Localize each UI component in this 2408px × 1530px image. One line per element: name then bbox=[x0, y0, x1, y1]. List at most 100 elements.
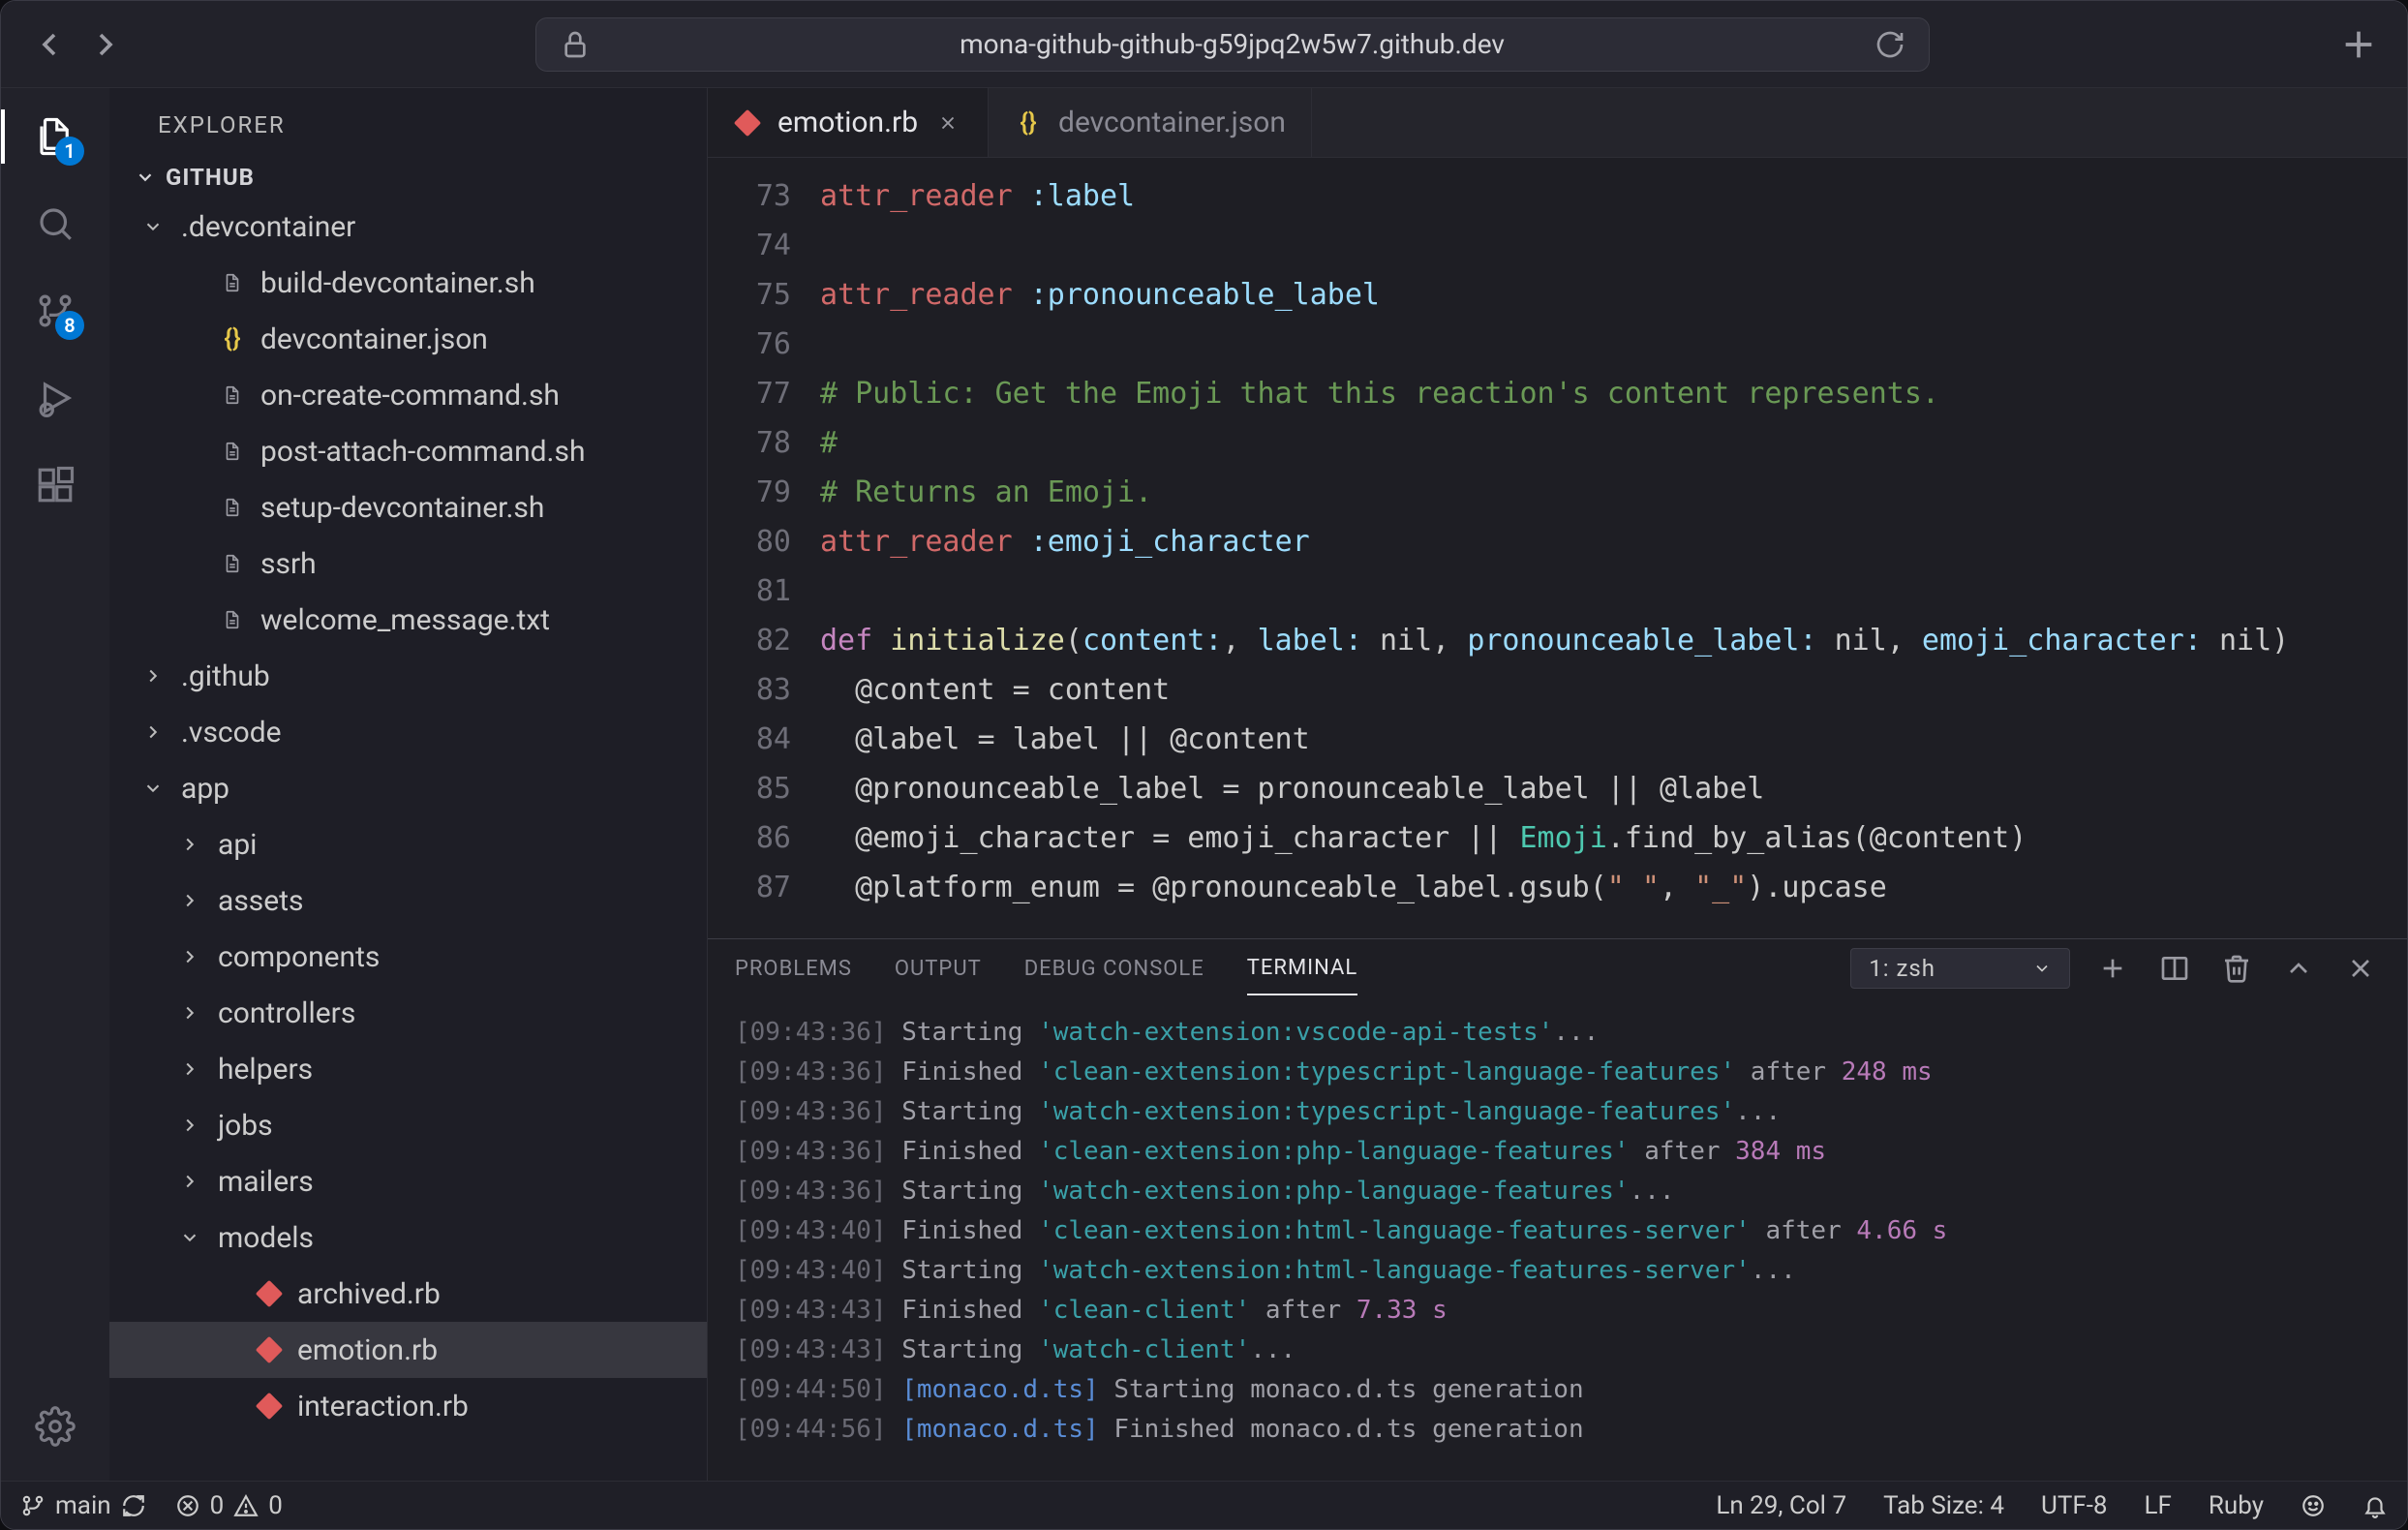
tree-file[interactable]: welcome_message.txt bbox=[109, 592, 707, 648]
terminal-line: [09:43:40] Starting 'watch-extension:htm… bbox=[735, 1251, 2380, 1291]
file-json-icon: {} bbox=[218, 324, 247, 353]
status-cursor[interactable]: Ln 29, Col 7 bbox=[1716, 1491, 1846, 1520]
panel-tab-terminal[interactable]: TERMINAL bbox=[1247, 942, 1357, 995]
activity-run-debug[interactable] bbox=[28, 371, 82, 425]
tree-folder[interactable]: models bbox=[109, 1209, 707, 1266]
activity-source-control[interactable]: 8 bbox=[28, 284, 82, 338]
nav-forward-button[interactable] bbox=[86, 25, 125, 64]
file-sh-icon bbox=[218, 272, 247, 293]
refresh-icon[interactable] bbox=[1875, 29, 1905, 60]
trash-icon bbox=[2221, 953, 2252, 984]
status-problems[interactable]: 0 0 bbox=[175, 1491, 283, 1520]
play-bug-icon bbox=[35, 378, 76, 418]
file-tree: GITHUB .devcontainerbuild-devcontainer.s… bbox=[109, 156, 707, 1481]
status-tabsize[interactable]: Tab Size: 4 bbox=[1883, 1491, 2004, 1520]
terminal-kill-button[interactable] bbox=[2217, 949, 2256, 988]
tree-folder[interactable]: components bbox=[109, 929, 707, 985]
chevron-down-icon bbox=[2032, 959, 2052, 978]
terminal-selector[interactable]: 1: zsh bbox=[1850, 948, 2070, 989]
tree-file[interactable]: post-attach-command.sh bbox=[109, 423, 707, 479]
nav-back-button[interactable] bbox=[30, 25, 69, 64]
status-encoding[interactable]: UTF-8 bbox=[2041, 1491, 2108, 1520]
status-notifications[interactable] bbox=[2362, 1491, 2388, 1520]
file-json-icon: {} bbox=[1014, 108, 1043, 138]
terminal-new-button[interactable] bbox=[2093, 949, 2132, 988]
tree-item-label: controllers bbox=[218, 996, 355, 1030]
tree-file[interactable]: emotion.rb bbox=[109, 1322, 707, 1378]
terminal-line: [09:43:43] Starting 'watch-client'... bbox=[735, 1331, 2380, 1370]
warning-icon bbox=[233, 1493, 259, 1518]
tab-label: devcontainer.json bbox=[1058, 106, 1286, 139]
tab-label: emotion.rb bbox=[777, 106, 918, 139]
code-editor[interactable]: 737475767778798081828384858687 attr_read… bbox=[708, 158, 2407, 938]
editor-tab[interactable]: {} devcontainer.json bbox=[989, 88, 1312, 157]
tree-file[interactable]: interaction.rb bbox=[109, 1378, 707, 1434]
editor-tab[interactable]: emotion.rb bbox=[708, 88, 989, 157]
panel-close-button[interactable] bbox=[2341, 949, 2380, 988]
chevron-up-icon bbox=[2283, 953, 2314, 984]
terminal-split-button[interactable] bbox=[2155, 949, 2194, 988]
panel-tabs: PROBLEMS OUTPUT DEBUG CONSOLE TERMINAL 1: z… bbox=[708, 939, 2407, 997]
tree-file[interactable]: {} devcontainer.json bbox=[109, 311, 707, 367]
tree-file[interactable]: on-create-command.sh bbox=[109, 367, 707, 423]
tree-file[interactable]: archived.rb bbox=[109, 1266, 707, 1322]
chevron-icon bbox=[175, 1058, 204, 1080]
tree-section-header[interactable]: GITHUB bbox=[109, 156, 707, 199]
status-language[interactable]: Ruby bbox=[2209, 1491, 2264, 1520]
tree-item-label: post-attach-command.sh bbox=[260, 435, 585, 469]
tree-item-label: devcontainer.json bbox=[260, 322, 488, 356]
file-sh-icon bbox=[218, 441, 247, 462]
tree-folder[interactable]: controllers bbox=[109, 985, 707, 1041]
terminal-output[interactable]: [09:43:36] Starting 'watch-extension:vsc… bbox=[708, 997, 2407, 1481]
error-icon bbox=[175, 1493, 200, 1518]
terminal-line: [09:44:50] [monaco.d.ts] Starting monaco… bbox=[735, 1370, 2380, 1410]
panel-maximize-button[interactable] bbox=[2279, 949, 2318, 988]
tree-folder[interactable]: helpers bbox=[109, 1041, 707, 1097]
tree-folder[interactable]: assets bbox=[109, 872, 707, 929]
sync-icon[interactable] bbox=[121, 1493, 146, 1518]
terminal-line: [09:43:36] Starting 'watch-extension:vsc… bbox=[735, 1013, 2380, 1053]
terminal-line: [09:43:36] Starting 'watch-extension:typ… bbox=[735, 1092, 2380, 1132]
tree-folder[interactable]: app bbox=[109, 760, 707, 816]
new-tab-button[interactable] bbox=[2339, 25, 2378, 64]
tree-item-label: assets bbox=[218, 884, 304, 918]
file-rb-icon bbox=[255, 1284, 284, 1303]
tree-folder[interactable]: .devcontainer bbox=[109, 199, 707, 255]
sidebar: EXPLORER GITHUB .devcontainerbuild-devco… bbox=[109, 88, 708, 1481]
warning-count: 0 bbox=[268, 1491, 283, 1520]
file-rb-icon bbox=[733, 113, 762, 133]
tree-file[interactable]: setup-devcontainer.sh bbox=[109, 479, 707, 536]
activity-extensions[interactable] bbox=[28, 458, 82, 512]
chevron-down-icon bbox=[135, 167, 156, 188]
tree-item-label: archived.rb bbox=[297, 1277, 441, 1311]
editor-area: emotion.rb {} devcontainer.json 7374757677… bbox=[708, 88, 2407, 1481]
panel-tab-output[interactable]: OUTPUT bbox=[895, 943, 982, 994]
close-icon bbox=[2345, 953, 2376, 984]
lock-icon bbox=[560, 29, 591, 60]
tree-folder[interactable]: api bbox=[109, 816, 707, 872]
tree-folder[interactable]: .github bbox=[109, 648, 707, 704]
tree-folder[interactable]: .vscode bbox=[109, 704, 707, 760]
chevron-right-icon bbox=[86, 24, 125, 65]
tree-folder[interactable]: mailers bbox=[109, 1153, 707, 1209]
panel-tab-problems[interactable]: PROBLEMS bbox=[735, 943, 852, 994]
status-branch[interactable]: main bbox=[20, 1491, 146, 1520]
tree-item-label: mailers bbox=[218, 1165, 314, 1199]
status-eol[interactable]: LF bbox=[2145, 1491, 2172, 1520]
address-bar[interactable]: mona-github-github-g59jpq2w5w7.github.de… bbox=[535, 17, 1930, 72]
terminal-line: [09:43:43] Finished 'clean-client' after… bbox=[735, 1291, 2380, 1331]
tree-folder[interactable]: jobs bbox=[109, 1097, 707, 1153]
status-feedback[interactable] bbox=[2301, 1491, 2326, 1520]
tab-close-button[interactable] bbox=[933, 108, 962, 138]
activity-search[interactable] bbox=[28, 197, 82, 251]
split-icon bbox=[2159, 953, 2190, 984]
chevron-icon bbox=[138, 665, 168, 687]
error-count: 0 bbox=[210, 1491, 225, 1520]
branch-icon bbox=[20, 1493, 46, 1518]
panel-tab-debug-console[interactable]: DEBUG CONSOLE bbox=[1024, 943, 1204, 994]
tree-file[interactable]: build-devcontainer.sh bbox=[109, 255, 707, 311]
plus-icon bbox=[2097, 953, 2128, 984]
tree-file[interactable]: ssrh bbox=[109, 536, 707, 592]
activity-explorer[interactable]: 1 bbox=[28, 109, 82, 164]
activity-settings[interactable] bbox=[28, 1399, 82, 1454]
